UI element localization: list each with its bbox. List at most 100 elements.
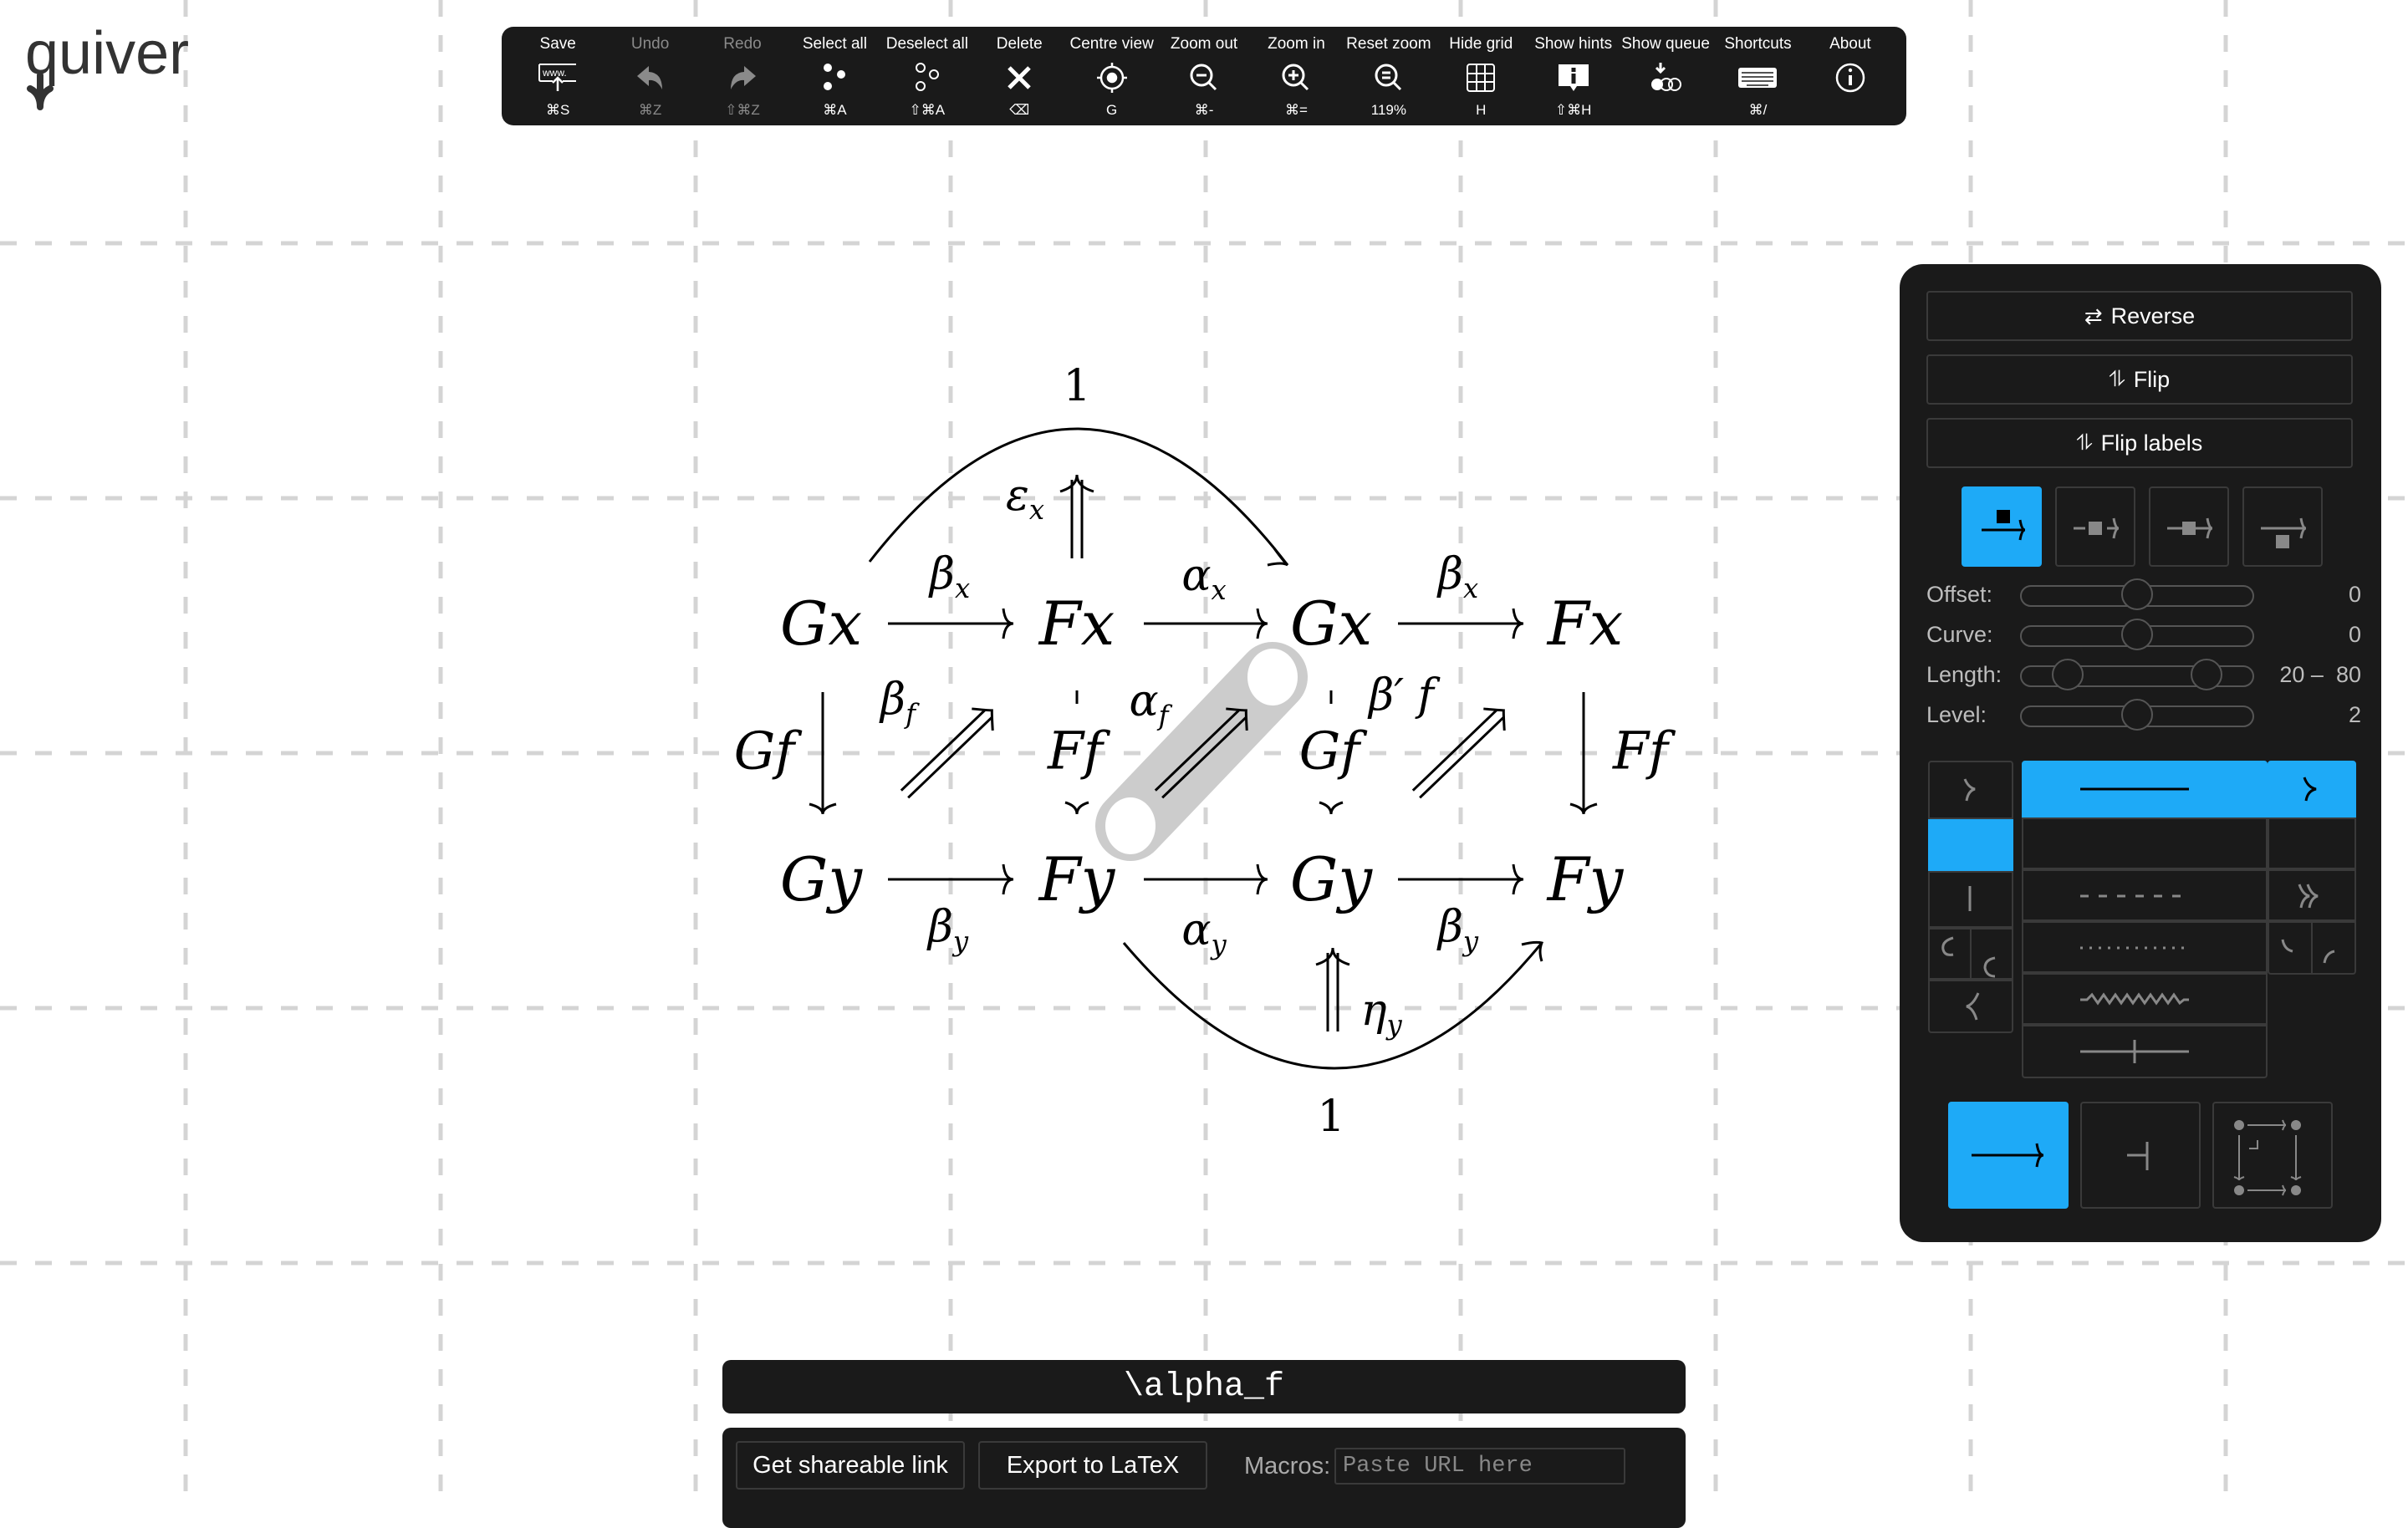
harpoon-bottom-icon [2323, 950, 2335, 964]
reverse-icon: ⇄ [2084, 303, 2103, 329]
edge-vertical-middle-1-head[interactable] [1064, 801, 1089, 815]
object-fx-2[interactable]: Fx [1548, 588, 1624, 659]
length-slider[interactable] [2020, 659, 2254, 690]
label-ff-1[interactable]: Ff [1048, 721, 1103, 782]
two-cell-epsilon-x-head[interactable] [1059, 474, 1094, 493]
label-beta-y-1[interactable]: βy [928, 902, 968, 957]
label-alpha-y[interactable]: αy [1181, 905, 1226, 960]
tail-hook-bottom[interactable] [1970, 928, 2013, 980]
length-low-knob[interactable] [2052, 659, 2084, 690]
label-beta-f[interactable]: βf [880, 675, 916, 730]
head-epi[interactable] [2268, 869, 2356, 921]
tail-maps-to[interactable] [1928, 871, 2013, 928]
label-epsilon-x[interactable]: εx [1006, 471, 1044, 526]
edge-horizontal-bottom-2[interactable] [1144, 863, 1268, 895]
tail-reverse-arrowhead[interactable] [1928, 980, 2013, 1033]
curve-knob[interactable] [2121, 619, 2153, 650]
edge-type-arrow[interactable] [1948, 1102, 2069, 1209]
label-gf-1[interactable]: Gf [734, 721, 794, 782]
label-alpha-x[interactable]: αx [1181, 551, 1226, 606]
head-harpoon-top[interactable] [2268, 921, 2313, 975]
flip-labels-button[interactable]: ⥮ Flip labels [1926, 418, 2353, 468]
reverse-button[interactable]: ⇄ Reverse [1926, 291, 2353, 341]
flip-labels-label: Flip labels [2100, 430, 2203, 456]
object-fx-1[interactable]: Fx [1039, 588, 1115, 659]
label-eta-y[interactable]: ηy [1360, 986, 1401, 1041]
object-gy-1[interactable]: Gy [780, 844, 862, 914]
edge-type-adjunction[interactable] [2080, 1102, 2201, 1209]
edge-horizontal-bottom-3[interactable] [1398, 863, 1524, 895]
head-none[interactable] [2268, 817, 2356, 869]
tail-maps-to-icon [1968, 886, 1972, 911]
tail-none[interactable] [1928, 819, 2013, 871]
get-shareable-link-button[interactable]: Get shareable link [736, 1441, 965, 1490]
object-fy-1[interactable]: Fy [1039, 844, 1115, 914]
curve-label: Curve: [1926, 622, 1993, 647]
edge-vertical-right[interactable] [1569, 692, 1598, 815]
reverse-label: Reverse [2110, 303, 2196, 329]
edge-type-pullback[interactable] [2212, 1102, 2333, 1209]
macros-url-input[interactable] [1334, 1448, 1625, 1485]
offset-value: 0 [2348, 582, 2361, 607]
label-position-left[interactable] [1962, 486, 2042, 567]
length-high-knob[interactable] [2190, 659, 2222, 690]
flip-button[interactable]: ⥮ Flip [1926, 354, 2353, 405]
object-gx-1[interactable]: Gx [780, 588, 862, 659]
edge-horizontal-top-3[interactable] [1398, 608, 1524, 639]
arrow-icon [1972, 1143, 2044, 1168]
edge-vertical-middle-2-head[interactable] [1319, 801, 1344, 815]
body-dashed[interactable] [2022, 869, 2268, 921]
body-dotted[interactable] [2022, 921, 2268, 973]
tail-arrowhead-icon [1963, 778, 1976, 802]
offset-knob[interactable] [2121, 578, 2153, 610]
label-position-over[interactable] [2149, 486, 2229, 567]
label-beta-x-1[interactable]: βx [930, 549, 970, 604]
object-fy-2[interactable]: Fy [1548, 844, 1624, 914]
export-latex-button[interactable]: Export to LaTeX [978, 1441, 1207, 1490]
length-label: Length: [1926, 662, 2002, 687]
label-beta-y-2[interactable]: βy [1438, 902, 1478, 957]
curve-slider[interactable] [2020, 619, 2254, 650]
edge-horizontal-top-2[interactable] [1144, 608, 1268, 639]
length-value: 20 – 80 [2279, 662, 2361, 687]
edge-curve-top-head[interactable] [1267, 548, 1289, 567]
label-input[interactable]: \alpha_f [722, 1360, 1686, 1413]
object-gx-2[interactable]: Gx [1290, 588, 1372, 659]
label-top-identity[interactable]: 1 [1063, 361, 1090, 411]
head-harpoon-bottom[interactable] [2311, 921, 2356, 975]
two-cell-eta-y[interactable] [1326, 953, 1339, 1031]
edge-curve-bottom[interactable] [1122, 942, 1543, 1070]
body-squiggly[interactable] [2022, 973, 2268, 1025]
head-epi-icon [2298, 884, 2319, 909]
offset-slider-row: Offset: 0 [1926, 578, 2361, 612]
object-gy-2[interactable]: Gy [1290, 844, 1372, 914]
tail-arrowhead[interactable] [1928, 761, 2013, 819]
offset-slider[interactable] [2020, 578, 2254, 610]
level-slider-row: Level: 2 [1926, 699, 2361, 732]
level-slider[interactable] [2020, 699, 2254, 731]
body-none[interactable] [2022, 817, 2268, 869]
two-cell-eta-y-head[interactable] [1315, 947, 1350, 966]
edge-horizontal-top-1[interactable] [888, 608, 1014, 639]
edge-curve-top[interactable] [868, 427, 1289, 566]
two-cell-epsilon-x[interactable] [1070, 480, 1084, 558]
head-arrowhead[interactable] [2268, 761, 2356, 817]
label-alpha-f[interactable]: αf [1129, 676, 1168, 731]
level-knob[interactable] [2121, 699, 2153, 731]
level-value: 2 [2348, 702, 2361, 727]
edge-horizontal-bottom-1[interactable] [888, 863, 1014, 895]
label-position-right[interactable] [2242, 486, 2323, 567]
edge-vertical-left[interactable] [809, 692, 837, 815]
label-position-centre[interactable] [2055, 486, 2135, 567]
label-beta-x-2[interactable]: βx [1438, 549, 1478, 604]
body-barred[interactable] [2022, 1025, 2268, 1078]
label-beta-prime-f[interactable]: β′ f [1369, 670, 1434, 721]
two-cell-beta-prime-f[interactable] [1411, 709, 1505, 799]
label-ff-2[interactable]: Ff [1613, 721, 1668, 782]
label-gf-2[interactable]: Gf [1299, 721, 1360, 782]
body-solid[interactable] [2022, 761, 2268, 817]
tail-hook-top[interactable] [1928, 928, 1972, 980]
label-over-icon [2167, 517, 2213, 539]
label-bottom-identity[interactable]: 1 [1317, 1092, 1344, 1142]
dashed-line-icon [2080, 894, 2182, 898]
